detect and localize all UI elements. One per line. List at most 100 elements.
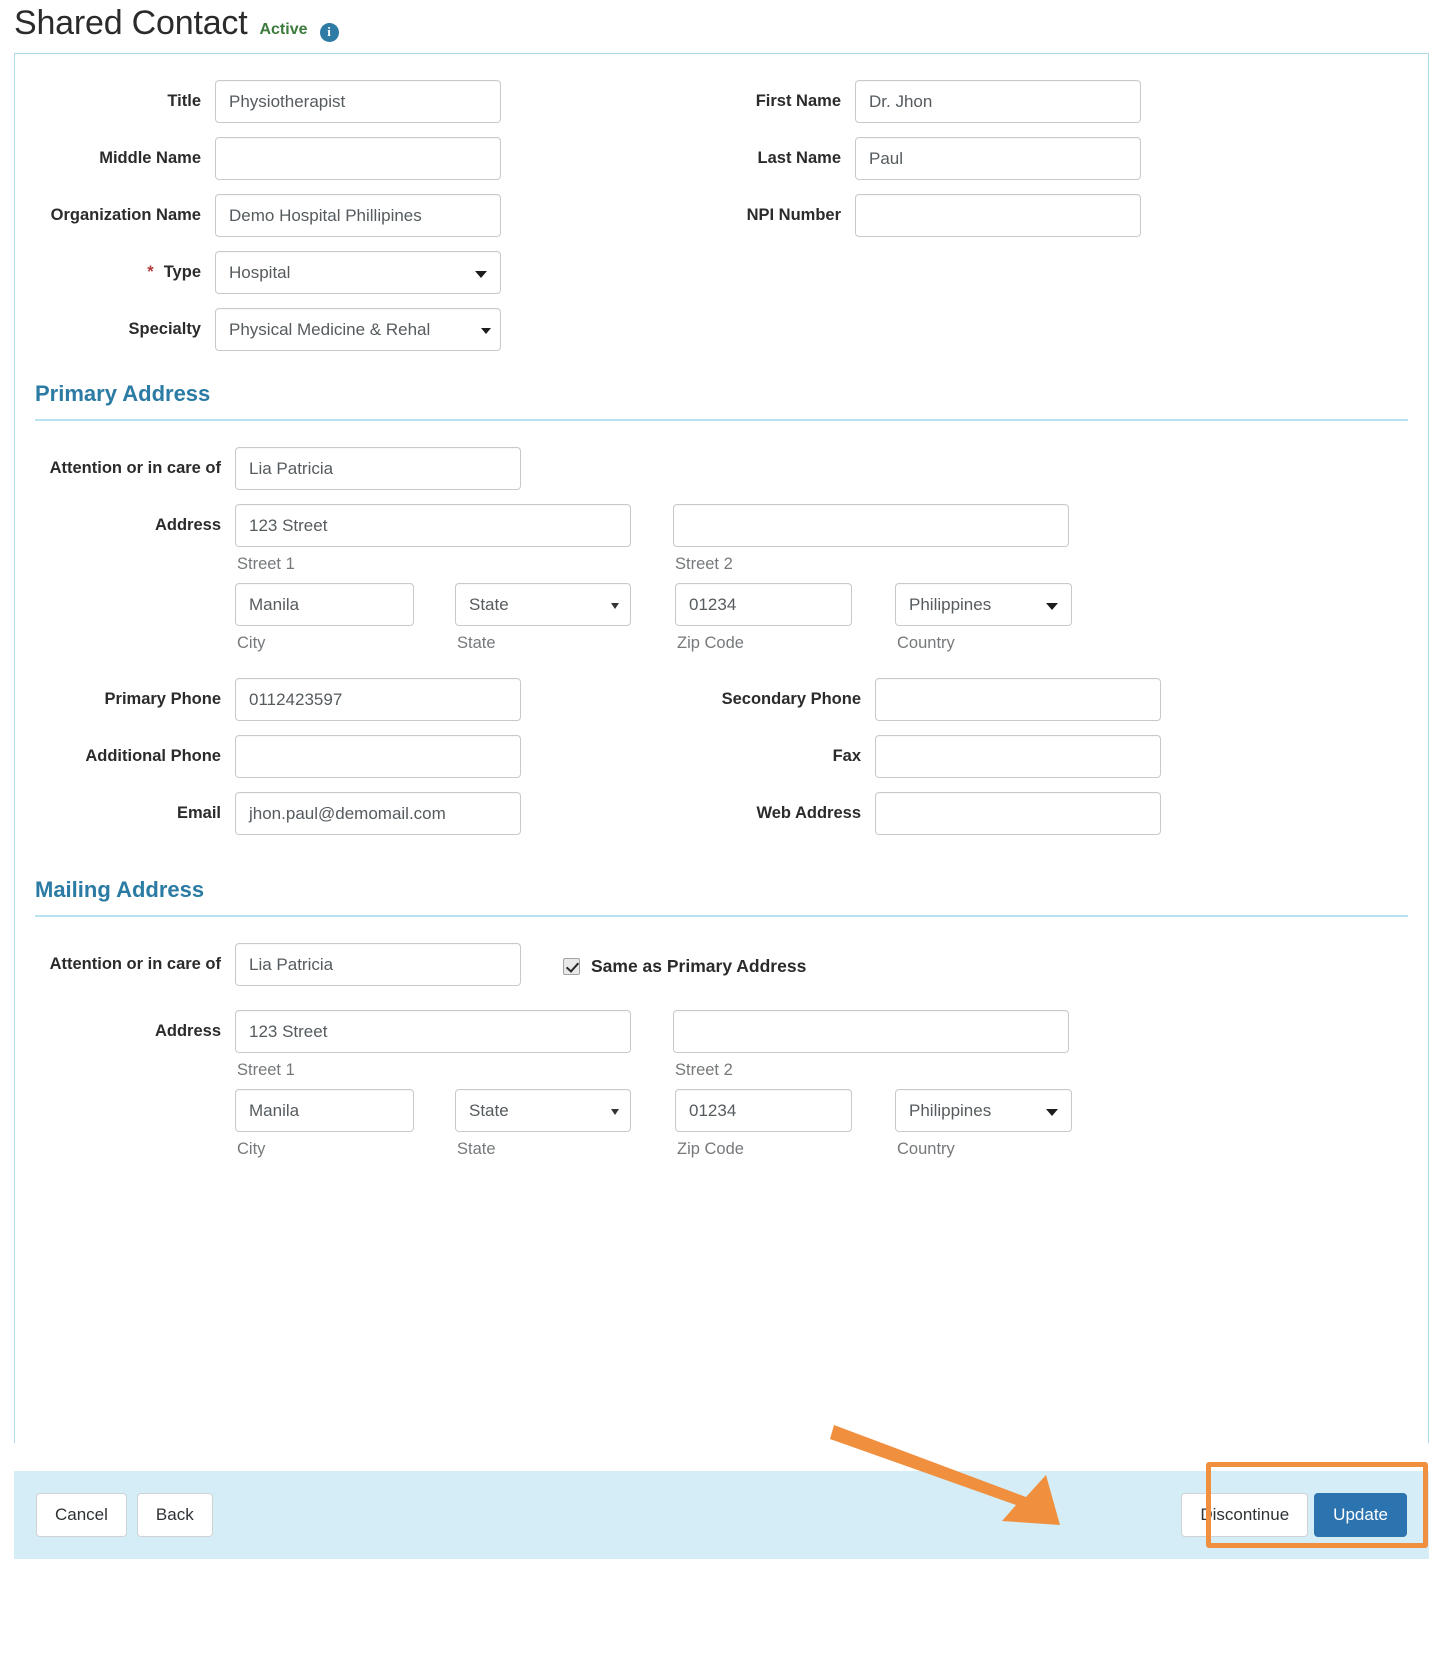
additional-phone-input[interactable]: [235, 735, 521, 778]
title-label: Title: [167, 92, 201, 110]
primary-address-title: Primary Address: [35, 381, 211, 406]
primary-address-spacer: [35, 583, 235, 594]
mailing-street1-input[interactable]: 123 Street: [235, 1010, 631, 1053]
fax-label: Fax: [832, 747, 861, 765]
page-title: Shared Contact: [14, 4, 248, 42]
section-divider: [35, 419, 1408, 421]
chevron-down-icon: [1046, 602, 1058, 610]
chevron-down-icon: [611, 1108, 619, 1115]
mailing-city-caption: City: [237, 1140, 266, 1158]
mailing-attention-input[interactable]: Lia Patricia: [235, 943, 521, 986]
mailing-address-label: Address: [154, 1022, 221, 1040]
mailing-country-value: Philippines: [909, 1100, 992, 1120]
primary-phone-row: Primary Phone 0112423597 Secondary Phone: [35, 678, 1408, 721]
primary-state-select[interactable]: State: [455, 583, 631, 626]
specialty-select[interactable]: Physical Medicine & Rehal: [215, 308, 501, 351]
primary-state-value: State: [469, 594, 509, 614]
primary-attention-row: Attention or in care of Lia Patricia: [35, 447, 1408, 490]
primary-address-label: Address: [154, 516, 221, 534]
primary-phone-input[interactable]: 0112423597: [235, 678, 521, 721]
mailing-state-caption: State: [457, 1140, 496, 1158]
form-row-middlename-lastname: Middle Name Last Name Paul: [15, 137, 1428, 180]
mailing-zip-input[interactable]: 01234: [675, 1089, 852, 1132]
type-label-text: Type: [163, 263, 201, 281]
primary-city-caption: City: [237, 634, 266, 652]
primary-country-caption: Country: [897, 634, 955, 652]
update-button[interactable]: Update: [1314, 1493, 1407, 1537]
footer-left-actions: Cancel Back: [36, 1493, 213, 1537]
mailing-address-title: Mailing Address: [35, 877, 205, 902]
additional-phone-label: Additional Phone: [85, 747, 221, 765]
email-row: Email jhon.paul@demomail.com Web Address: [35, 792, 1408, 835]
first-name-input[interactable]: Dr. Jhon: [855, 80, 1141, 123]
type-label: * Type: [15, 251, 215, 282]
form-row-specialty: Specialty Physical Medicine & Rehal: [15, 308, 1428, 351]
required-marker: *: [147, 263, 154, 281]
mailing-state-value: State: [469, 1100, 509, 1120]
middle-name-input[interactable]: [215, 137, 501, 180]
same-as-primary-label: Same as Primary Address: [591, 956, 807, 976]
primary-state-caption: State: [457, 634, 496, 652]
additional-phone-row: Additional Phone Fax: [35, 735, 1408, 778]
organization-name-input[interactable]: Demo Hospital Phillipines: [215, 194, 501, 237]
fax-input[interactable]: [875, 735, 1161, 778]
mailing-address-street-row: Address 123 Street Street 1 Street 2: [35, 1010, 1408, 1083]
primary-address-street-row: Address 123 Street Street 1 Street 2: [35, 504, 1408, 577]
secondary-phone-input[interactable]: [875, 678, 1161, 721]
specialty-select-value: Physical Medicine & Rehal: [229, 319, 431, 339]
type-select-value: Hospital: [229, 262, 291, 282]
status-badge: Active: [259, 21, 308, 38]
web-address-input[interactable]: [875, 792, 1161, 835]
primary-country-select[interactable]: Philippines: [895, 583, 1072, 626]
primary-zip-input[interactable]: 01234: [675, 583, 852, 626]
first-name-label: First Name: [755, 92, 841, 110]
chevron-down-icon: [481, 327, 491, 334]
mailing-address-city-row: Manila City State State 01234 Zip Code P…: [35, 1089, 1408, 1162]
secondary-phone-label: Secondary Phone: [721, 690, 861, 708]
mailing-zip-caption: Zip Code: [677, 1140, 744, 1158]
page-header: Shared Contact Active i: [0, 0, 1443, 53]
form-row-organization-npi: Organization Name Demo Hospital Phillipi…: [15, 194, 1428, 237]
npi-number-input[interactable]: [855, 194, 1141, 237]
primary-street2-caption: Street 2: [675, 555, 733, 573]
mailing-attention-label: Attention or in care of: [49, 955, 221, 973]
primary-street2-input[interactable]: [673, 504, 1069, 547]
primary-phone-label: Primary Phone: [104, 690, 221, 708]
footer-action-bar: Cancel Back Discontinue Update: [14, 1471, 1429, 1559]
primary-street1-caption: Street 1: [237, 555, 295, 573]
mailing-address-spacer: [35, 1089, 235, 1100]
same-as-primary-checkbox-group[interactable]: Same as Primary Address: [563, 943, 806, 977]
footer-right-actions: Discontinue Update: [1181, 1493, 1407, 1537]
mailing-street1-caption: Street 1: [237, 1061, 295, 1079]
email-input[interactable]: jhon.paul@demomail.com: [235, 792, 521, 835]
cancel-button[interactable]: Cancel: [36, 1493, 127, 1537]
primary-zip-caption: Zip Code: [677, 634, 744, 652]
last-name-input[interactable]: Paul: [855, 137, 1141, 180]
form-row-title-firstname: Title Physiotherapist First Name Dr. Jho…: [15, 80, 1428, 123]
middle-name-label: Middle Name: [99, 149, 201, 167]
chevron-down-icon: [1046, 1108, 1058, 1116]
primary-street1-input[interactable]: 123 Street: [235, 504, 631, 547]
mailing-state-select[interactable]: State: [455, 1089, 631, 1132]
shared-contact-form-panel: Title Physiotherapist First Name Dr. Jho…: [14, 53, 1429, 1443]
mailing-address-section: Mailing Address Attention or in care of …: [35, 877, 1408, 1162]
web-address-label: Web Address: [756, 804, 861, 822]
form-row-type: * Type Hospital: [15, 251, 1428, 294]
primary-city-input[interactable]: Manila: [235, 583, 414, 626]
primary-attention-label: Attention or in care of: [49, 459, 221, 477]
primary-attention-input[interactable]: Lia Patricia: [235, 447, 521, 490]
primary-address-section: Primary Address Attention or in care of …: [35, 381, 1408, 835]
back-button[interactable]: Back: [136, 1493, 213, 1537]
info-icon[interactable]: i: [319, 22, 339, 42]
mailing-city-input[interactable]: Manila: [235, 1089, 414, 1132]
section-divider: [35, 915, 1408, 917]
discontinue-button[interactable]: Discontinue: [1181, 1493, 1309, 1537]
mailing-street2-input[interactable]: [673, 1010, 1069, 1053]
organization-name-label: Organization Name: [50, 206, 201, 224]
same-as-primary-checkbox[interactable]: [563, 958, 580, 975]
mailing-country-select[interactable]: Philippines: [895, 1089, 1072, 1132]
chevron-down-icon: [475, 270, 487, 278]
mailing-street2-caption: Street 2: [675, 1061, 733, 1079]
type-select[interactable]: Hospital: [215, 251, 501, 294]
title-input[interactable]: Physiotherapist: [215, 80, 501, 123]
